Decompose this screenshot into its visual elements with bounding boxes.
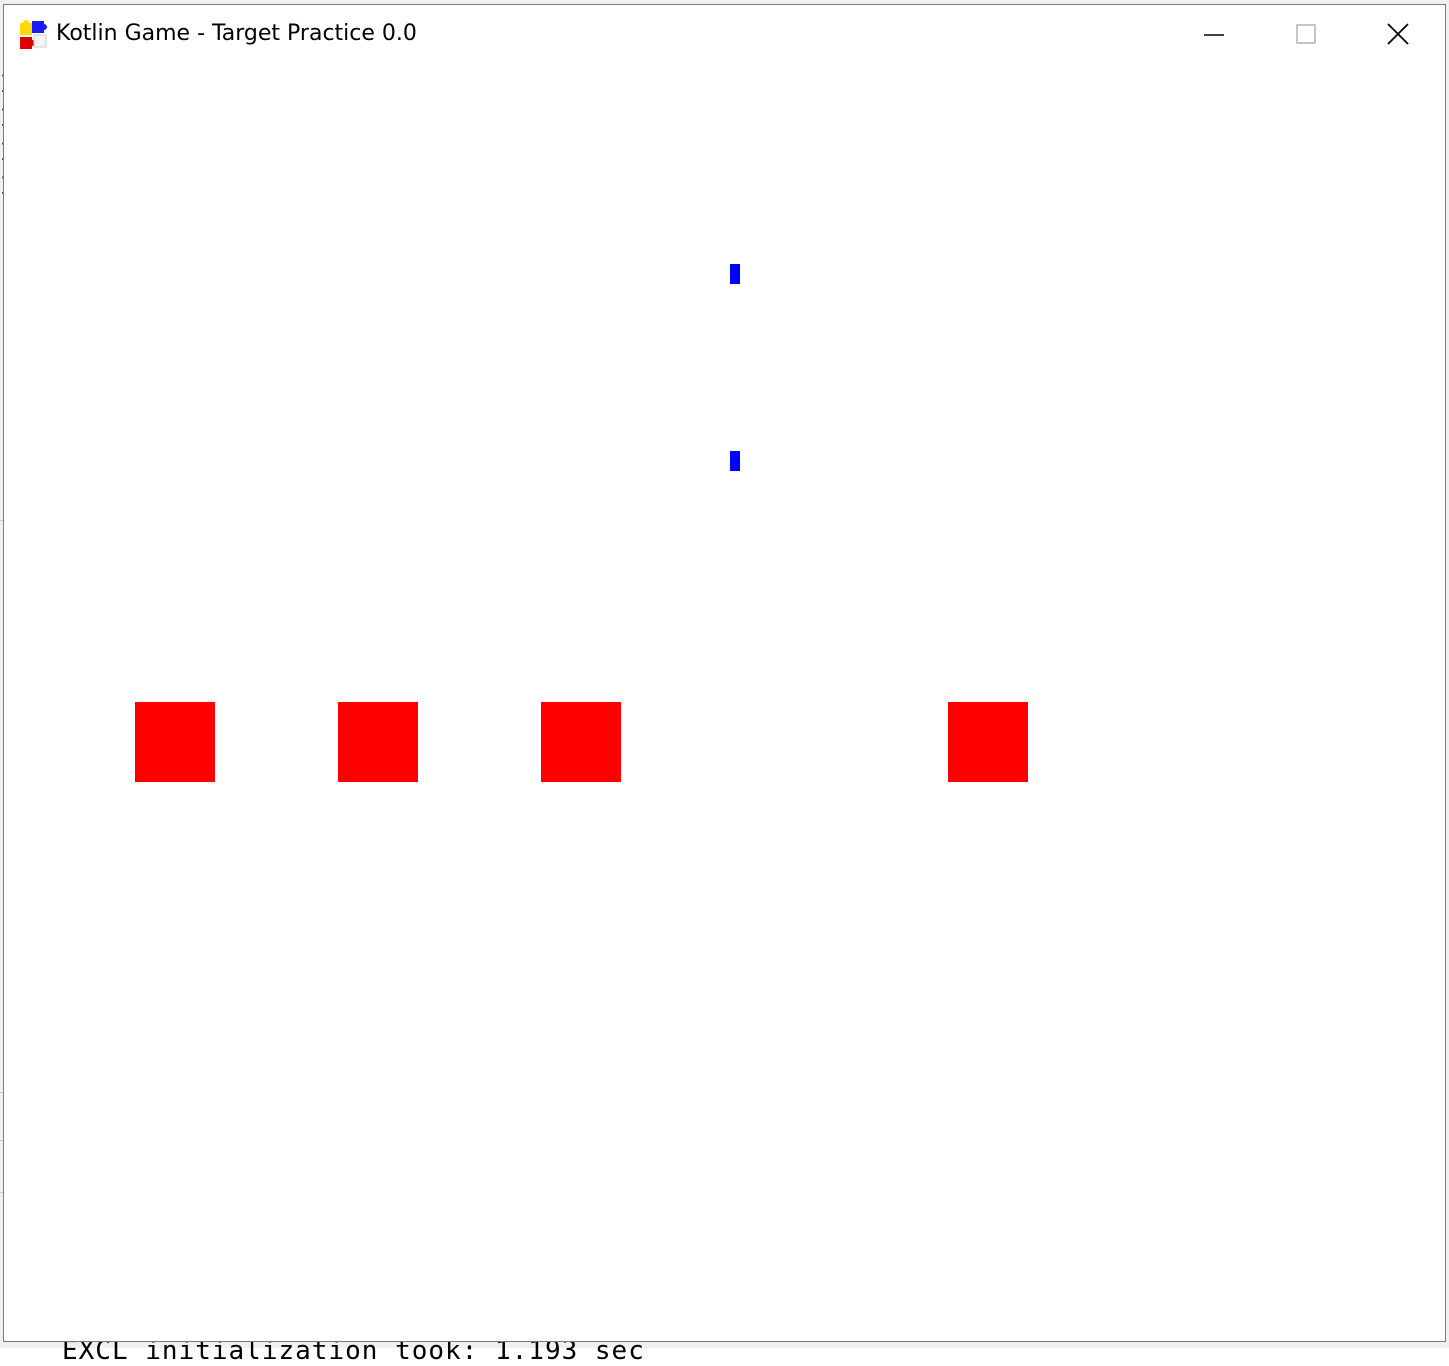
puzzle-app-icon[interactable] bbox=[18, 19, 52, 53]
minimize-icon bbox=[1204, 34, 1224, 36]
bullet bbox=[730, 451, 740, 471]
close-icon bbox=[1387, 23, 1409, 45]
game-canvas[interactable] bbox=[4, 65, 1445, 1341]
maximize-button[interactable] bbox=[1260, 5, 1352, 65]
window-title: Kotlin Game - Target Practice 0.0 bbox=[56, 21, 417, 46]
minimize-button[interactable] bbox=[1168, 5, 1260, 65]
target-square bbox=[541, 702, 621, 782]
maximize-icon bbox=[1296, 24, 1316, 44]
close-button[interactable] bbox=[1352, 5, 1444, 65]
target-square bbox=[135, 702, 215, 782]
target-square bbox=[948, 702, 1028, 782]
bullet bbox=[730, 264, 740, 284]
title-bar[interactable]: Kotlin Game - Target Practice 0.0 bbox=[4, 5, 1445, 65]
game-window[interactable]: Kotlin Game - Target Practice 0.0 bbox=[3, 4, 1446, 1342]
target-square bbox=[338, 702, 418, 782]
